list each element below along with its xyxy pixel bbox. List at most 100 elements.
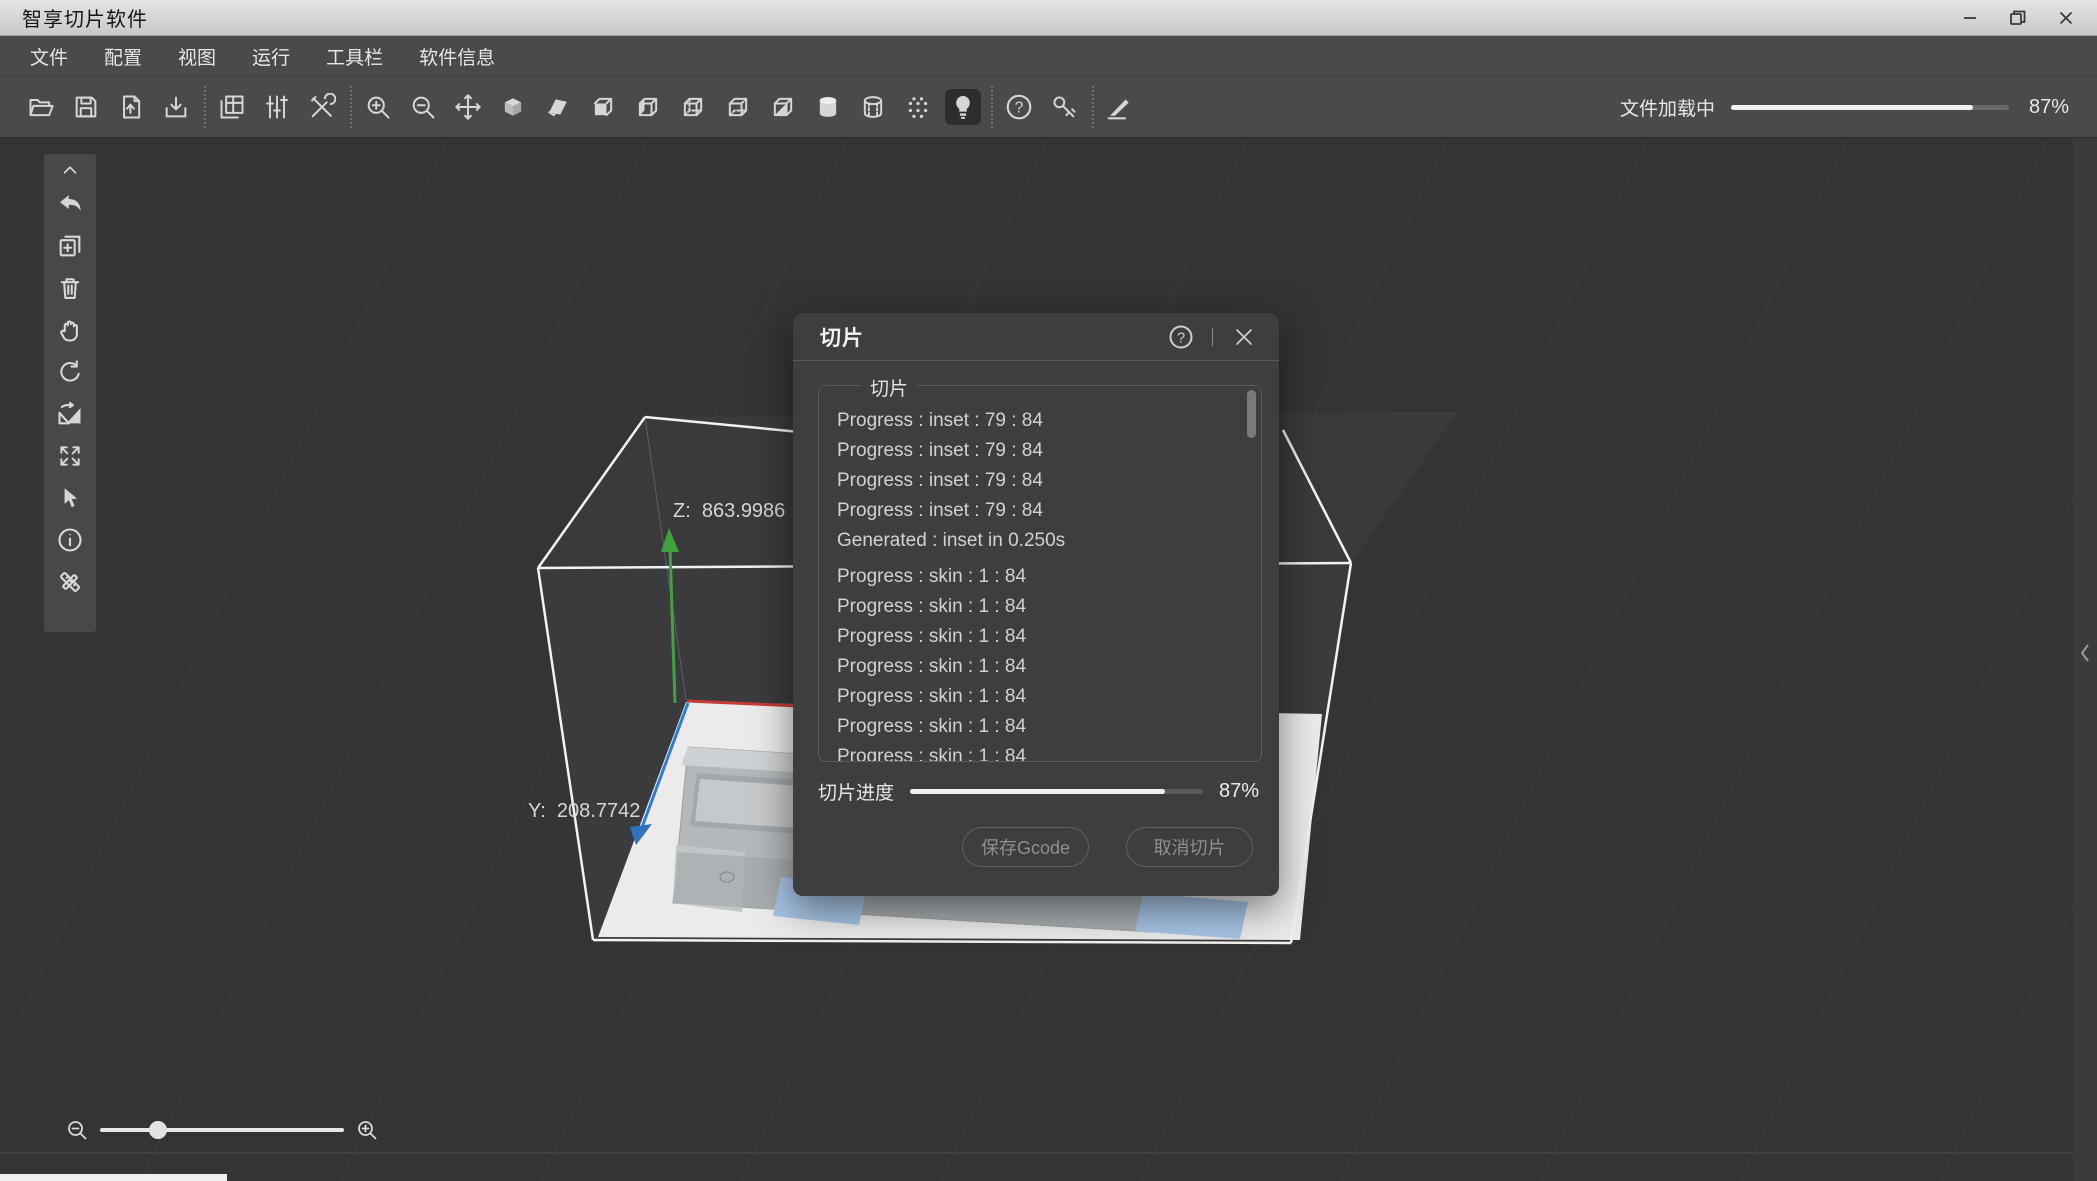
menu-item-about[interactable]: 软件信息 [405, 36, 509, 76]
close-window-button[interactable] [2053, 5, 2079, 31]
main-toolbar: ? 文件加载中 87% [0, 77, 2097, 138]
z-axis-value-label: Z: 863.9986 [673, 500, 785, 523]
file-loading-progress-fill [1731, 105, 1973, 110]
minimize-button[interactable] [1957, 5, 1983, 31]
window-title: 智享切片软件 [22, 3, 148, 32]
menu-item-view[interactable]: 视图 [164, 36, 230, 76]
view-front-face-button[interactable] [585, 89, 621, 125]
tools-button[interactable] [304, 89, 340, 125]
log-line: Progress : skin : 1 : 84 [837, 622, 1261, 652]
blade-icon [1105, 92, 1135, 122]
slice-dialog-header[interactable]: 切片 ? [793, 313, 1279, 361]
zoom-slider-track[interactable] [100, 1128, 344, 1132]
zoom-slider[interactable] [100, 1115, 344, 1145]
view-sheet-button[interactable] [540, 89, 576, 125]
log-line: Generated : inset in 0.250s [837, 526, 1261, 556]
load-model-button[interactable] [158, 89, 194, 125]
help-button[interactable]: ? [1001, 89, 1037, 125]
slice-log-list[interactable]: Progress : inset : 79 : 84 Progress : in… [819, 386, 1261, 761]
cube-half-section-icon [769, 93, 797, 121]
collapse-panel-button[interactable] [49, 157, 91, 183]
save-file-button[interactable] [68, 89, 104, 125]
slice-progress-row: 切片进度 87% [818, 775, 1259, 807]
viewport-zoom-out-button[interactable] [62, 1115, 92, 1145]
view-solid-button[interactable] [495, 89, 531, 125]
slice-progressbar [910, 789, 1203, 794]
cube-left-face-icon [634, 93, 662, 121]
mirror-button[interactable] [49, 393, 91, 435]
undo-button[interactable] [49, 183, 91, 225]
view-point-cloud-button[interactable] [900, 89, 936, 125]
select-button[interactable] [49, 477, 91, 519]
viewport-zoom-in-button[interactable] [352, 1115, 382, 1145]
move-button[interactable] [450, 89, 486, 125]
maximize-button[interactable] [49, 435, 91, 477]
log-scrollbar-thumb[interactable] [1247, 390, 1256, 438]
save-gcode-button[interactable]: 保存Gcode [962, 827, 1089, 867]
log-line: Progress : skin : 1 : 84 [837, 592, 1261, 622]
log-line: Progress : skin : 1 : 84 [837, 742, 1261, 761]
lighting-button[interactable] [945, 89, 981, 125]
view-half-section-button[interactable] [765, 89, 801, 125]
log-line: Progress : inset : 79 : 84 [837, 466, 1261, 496]
taskbar-sliver [0, 1174, 227, 1181]
view-cylinder-wireframe-button[interactable] [855, 89, 891, 125]
view-cylinder-button[interactable] [810, 89, 846, 125]
file-loading-progressbar [1731, 105, 2009, 110]
import-model-button[interactable] [113, 89, 149, 125]
license-key-button[interactable] [1046, 89, 1082, 125]
menu-item-toolbar[interactable]: 工具栏 [312, 36, 397, 76]
y-axis-value-label: Y: 208.7742 [528, 800, 640, 823]
slice-dialog: 切片 ? 切片 Progress : inset : 79 : 84 Progr… [793, 313, 1279, 896]
pan-button[interactable] [49, 309, 91, 351]
parameter-tuning-button[interactable] [259, 89, 295, 125]
view-left-face-button[interactable] [630, 89, 666, 125]
menu-item-run[interactable]: 运行 [238, 36, 304, 76]
cancel-slice-button[interactable]: 取消切片 [1126, 827, 1253, 867]
solid-cube-icon [499, 93, 527, 121]
zoom-in-button[interactable] [360, 89, 396, 125]
toolbar-separator [1092, 86, 1094, 128]
application-window: Z: 863.9986 Y: 208.7742 智享切片软件 文件 配置 视图 … [0, 0, 2097, 1181]
zoom-out-icon [65, 1118, 89, 1142]
expand-arrows-icon [57, 443, 83, 469]
duplicate-button[interactable] [49, 225, 91, 267]
zoom-out-button[interactable] [405, 89, 441, 125]
toolbar-separator [991, 86, 993, 128]
svg-text:?: ? [1177, 330, 1185, 346]
log-line: Progress : skin : 1 : 84 [837, 562, 1261, 592]
log-line: Progress : inset : 79 : 84 [837, 496, 1261, 526]
log-line: Progress : inset : 79 : 84 [837, 406, 1261, 436]
zoom-out-icon [409, 93, 437, 121]
minimize-icon [1962, 10, 1978, 26]
menu-item-file[interactable]: 文件 [16, 36, 82, 76]
batch-clone-button[interactable] [214, 89, 250, 125]
log-line: Progress : skin : 1 : 84 [837, 682, 1261, 712]
cube-wireframe-icon [679, 93, 707, 121]
info-button[interactable] [49, 519, 91, 561]
dialog-close-button[interactable] [1229, 322, 1259, 352]
point-cloud-icon [904, 93, 932, 121]
zoom-slider-thumb[interactable] [149, 1121, 167, 1139]
dialog-help-button[interactable]: ? [1166, 322, 1196, 352]
open-file-button[interactable] [23, 89, 59, 125]
slice-button[interactable] [1102, 89, 1138, 125]
duplicate-plus-icon [56, 232, 84, 260]
measure-button[interactable] [49, 561, 91, 603]
mirror-flip-icon [56, 400, 84, 428]
restore-button[interactable] [2005, 5, 2031, 31]
cube-open-top-icon [724, 93, 752, 121]
rotate-button[interactable] [49, 351, 91, 393]
close-icon [1233, 326, 1255, 348]
expand-right-panel-button[interactable] [2075, 638, 2095, 668]
menu-item-config[interactable]: 配置 [90, 36, 156, 76]
dialog-buttons-row: 保存Gcode 取消切片 [793, 827, 1253, 867]
cursor-arrow-icon [57, 485, 83, 511]
wrench-screwdriver-icon [308, 93, 336, 121]
delete-button[interactable] [49, 267, 91, 309]
measure-tools-icon [56, 568, 84, 596]
restore-icon [2009, 9, 2027, 27]
view-open-box-button[interactable] [720, 89, 756, 125]
view-wireframe-button[interactable] [675, 89, 711, 125]
zoom-in-icon [355, 1118, 379, 1142]
